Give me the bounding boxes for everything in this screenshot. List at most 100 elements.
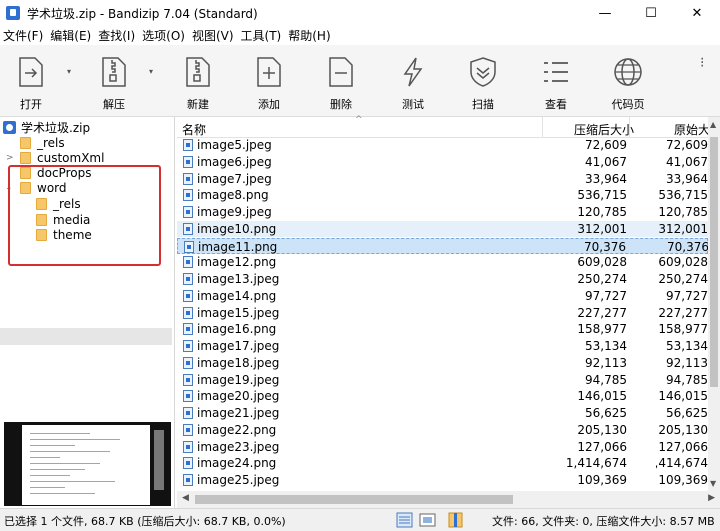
scan-button[interactable]: 扫描 — [464, 45, 502, 117]
table-row[interactable]: image10.png 312,001 312,001 — [177, 220, 708, 237]
file-name: image7.jpeg — [197, 171, 272, 186]
folder-icon — [20, 152, 31, 164]
table-row[interactable]: image21.jpeg 56,625 56,625 — [177, 405, 708, 421]
horizontal-scrollbar[interactable]: ◀ ▶ — [177, 491, 720, 508]
view-label: 查看 — [545, 98, 567, 111]
vertical-scrollbar[interactable]: ▲ ▼ — [708, 117, 720, 491]
file-name: image12.png — [197, 255, 277, 270]
menu-file[interactable]: 文件(F) — [0, 27, 47, 44]
scroll-down-icon[interactable]: ▼ — [710, 479, 716, 488]
close-button[interactable]: ✕ — [674, 0, 720, 26]
minimize-button[interactable]: — — [582, 0, 628, 26]
table-row[interactable]: image18.jpeg 92,113 92,113 — [177, 355, 708, 371]
original-size: 56,625 — [666, 406, 708, 420]
packed-size: 146,015 — [577, 389, 627, 404]
extract-button[interactable]: 解压 — [95, 45, 133, 117]
tree-item-customxml[interactable]: customXml — [20, 150, 104, 166]
table-row[interactable]: image9.jpeg 120,785 120,785 — [177, 204, 708, 220]
table-row[interactable]: image12.png 609,028 609,028 — [177, 254, 708, 270]
toolbar: 打开 ▾ 解压 ▾ 新建 添加 删除 测试 扫描 查看 代码页 ⁝ — [0, 45, 720, 117]
scroll-left-icon[interactable]: ◀ — [182, 493, 189, 503]
tree-root-label: 学术垃圾.zip — [21, 120, 91, 135]
test-label: 测试 — [402, 98, 424, 111]
delete-label: 删除 — [330, 98, 352, 111]
menu-help[interactable]: 帮助(H) — [285, 27, 334, 44]
table-row[interactable]: image19.jpeg 94,785 94,785 — [177, 372, 708, 388]
extract-dropdown-icon[interactable]: ▾ — [149, 67, 153, 76]
packed-size: 109,369 — [577, 473, 627, 487]
column-packed-header[interactable]: 压缩后大小 — [574, 121, 634, 138]
table-row[interactable]: image14.png 97,727 97,727 — [177, 288, 708, 304]
packed-size: 70,376 — [584, 239, 626, 254]
table-row[interactable]: image20.jpeg 146,015 146,015 — [177, 388, 708, 404]
menu-edit[interactable]: 编辑(E) — [47, 27, 95, 44]
thumbnail-view-icon[interactable] — [419, 512, 436, 528]
image-file-icon — [183, 323, 193, 336]
archive-info-icon[interactable] — [447, 512, 464, 528]
menu-options[interactable]: 选项(O) — [139, 27, 189, 44]
table-row[interactable]: image23.jpeg 127,066 127,066 — [177, 439, 708, 455]
table-row[interactable]: image6.jpeg 41,067 41,067 — [177, 154, 708, 170]
column-name-header[interactable]: 名称 — [182, 121, 206, 138]
vertical-scroll-thumb[interactable] — [710, 137, 718, 387]
codepage-button[interactable]: 代码页 — [609, 45, 647, 117]
maximize-button[interactable]: ☐ — [628, 0, 674, 26]
original-size: 127,066 — [658, 439, 708, 454]
menu-tools[interactable]: 工具(T) — [238, 27, 286, 44]
table-row[interactable]: image25.jpeg 109,369 109,369 — [177, 472, 708, 488]
horizontal-scroll-thumb[interactable] — [195, 495, 513, 504]
details-view-icon[interactable] — [396, 512, 413, 528]
file-name: image17.jpeg — [197, 339, 280, 353]
packed-size: 312,001 — [577, 221, 627, 236]
original-size: 250,274 — [658, 272, 708, 286]
delete-button[interactable]: 删除 — [322, 45, 360, 117]
view-button[interactable]: 查看 — [537, 45, 575, 117]
globe-icon — [611, 53, 645, 91]
original-size: 1,414,674 — [656, 456, 708, 471]
test-button[interactable]: 测试 — [394, 45, 432, 117]
tree-root-archive[interactable]: 学术垃圾.zip — [3, 119, 90, 135]
table-row[interactable]: image17.jpeg 53,134 53,134 — [177, 338, 708, 354]
image-file-icon — [183, 155, 193, 168]
packed-size: 41,067 — [585, 154, 627, 169]
packed-size: 33,964 — [585, 171, 627, 186]
menu-find[interactable]: 查找(I) — [95, 27, 139, 44]
scroll-up-icon[interactable]: ▲ — [710, 120, 716, 129]
file-name: image5.jpeg — [197, 138, 272, 152]
table-row[interactable]: image15.jpeg 227,277 227,277 — [177, 305, 708, 321]
table-row[interactable]: image7.jpeg 33,964 33,964 — [177, 171, 708, 187]
image-file-icon — [183, 407, 193, 419]
tree-item-rels[interactable]: _rels — [20, 135, 65, 151]
table-row[interactable]: image5.jpeg 72,609 72,609 — [177, 137, 708, 153]
add-button[interactable]: 添加 — [250, 45, 288, 117]
packed-size: 94,785 — [585, 372, 627, 387]
column-original-header[interactable]: 原始大小 — [674, 121, 708, 138]
folder-icon — [20, 137, 31, 149]
more-options-icon[interactable]: ⁝ — [700, 55, 704, 71]
new-button[interactable]: 新建 — [179, 45, 217, 117]
packed-size: 72,609 — [585, 138, 627, 152]
codepage-label: 代码页 — [611, 98, 645, 111]
table-row[interactable]: image24.png 1,414,674 1,414,674 — [177, 455, 708, 471]
chevron-right-icon[interactable]: > — [6, 153, 14, 163]
table-row[interactable]: image8.png 536,715 536,715 — [177, 187, 708, 203]
image-file-icon — [183, 256, 193, 269]
table-row[interactable]: image11.png 70,376 70,376 — [177, 237, 709, 254]
image-file-icon — [183, 440, 193, 453]
open-button[interactable]: 打开 — [12, 45, 50, 117]
image-file-icon — [183, 172, 193, 185]
list-header: 名称 ^ 压缩后大小 原始大小 — [177, 115, 708, 138]
file-name: image25.jpeg — [197, 473, 280, 487]
table-row[interactable]: image16.png 158,977 158,977 — [177, 321, 708, 337]
original-size: 70,376 — [667, 239, 709, 254]
table-row[interactable]: image22.png 205,130 205,130 — [177, 422, 708, 438]
shield-icon — [466, 53, 500, 91]
menu-view[interactable]: 视图(V) — [189, 27, 238, 44]
open-icon — [14, 53, 48, 91]
scroll-right-icon[interactable]: ▶ — [708, 493, 715, 503]
table-row[interactable]: image13.jpeg 250,274 250,274 — [177, 271, 708, 287]
open-dropdown-icon[interactable]: ▾ — [67, 67, 71, 76]
extract-icon — [97, 53, 131, 91]
file-name: image19.jpeg — [197, 372, 280, 387]
file-name: image23.jpeg — [197, 439, 280, 454]
